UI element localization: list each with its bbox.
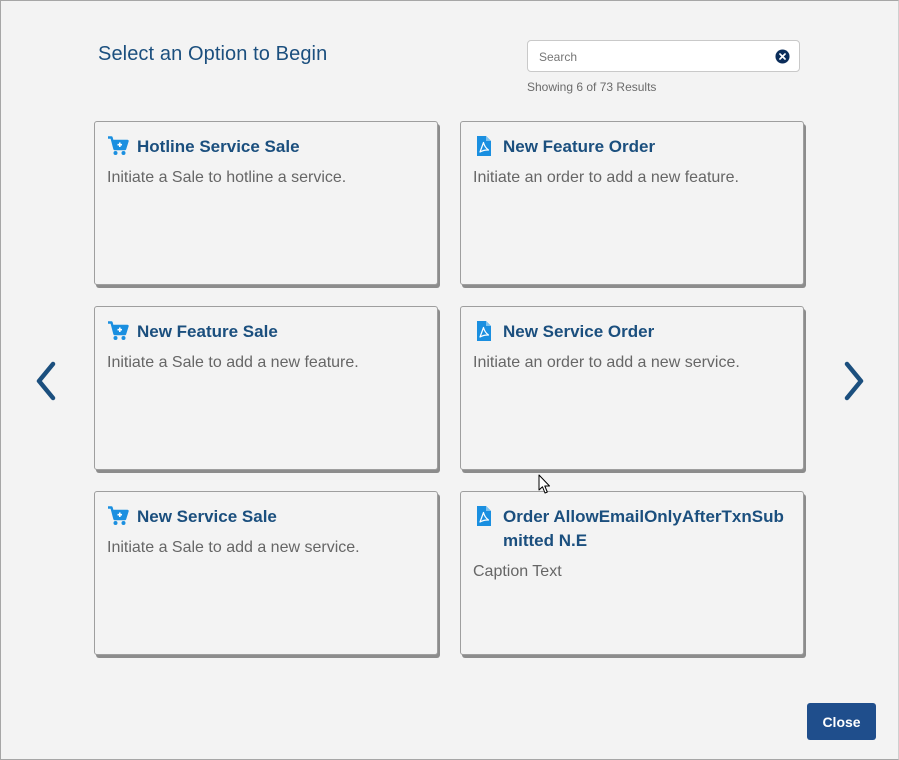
pdf-document-icon xyxy=(477,136,491,156)
option-card-hotline-service-sale[interactable]: Hotline Service Sale Initiate a Sale to … xyxy=(94,121,438,285)
search-box[interactable] xyxy=(527,40,800,72)
mouse-cursor-icon xyxy=(538,474,550,494)
cart-icon xyxy=(108,321,129,340)
pdf-document-icon xyxy=(477,321,491,341)
card-title: Order AllowEmailOnlyAfterTxnSubmitted N.… xyxy=(503,507,784,550)
option-card-new-feature-order[interactable]: New Feature Order Initiate an order to a… xyxy=(460,121,804,285)
card-description: Initiate an order to add a new feature. xyxy=(473,169,739,186)
option-card-new-service-order[interactable]: New Service Order Initiate an order to a… xyxy=(460,306,804,470)
card-description: Initiate a Sale to hotline a service. xyxy=(107,169,347,186)
chevron-right-icon[interactable] xyxy=(840,358,870,404)
pdf-document-icon xyxy=(477,506,491,526)
cart-icon xyxy=(108,506,129,525)
chevron-left-icon[interactable] xyxy=(30,358,60,404)
cart-icon xyxy=(108,136,129,155)
option-card-order-allow-email[interactable]: Order AllowEmailOnlyAfterTxnSubmitted N.… xyxy=(460,491,804,655)
card-description: Caption Text xyxy=(473,563,562,580)
card-title: Hotline Service Sale xyxy=(137,137,300,156)
card-description: Initiate an order to add a new service. xyxy=(473,354,740,371)
card-title: New Feature Sale xyxy=(137,322,278,341)
card-title: New Feature Order xyxy=(503,137,656,156)
page-title: Select an Option to Begin xyxy=(98,43,328,65)
clear-search-icon[interactable] xyxy=(775,49,790,64)
card-description: Initiate a Sale to add a new service. xyxy=(107,539,360,556)
search-input[interactable] xyxy=(539,47,769,67)
card-title: New Service Order xyxy=(503,322,655,341)
card-description: Initiate a Sale to add a new feature. xyxy=(107,354,359,371)
close-button[interactable]: Close xyxy=(807,703,876,740)
option-card-new-feature-sale[interactable]: New Feature Sale Initiate a Sale to add … xyxy=(94,306,438,470)
results-count: Showing 6 of 73 Results xyxy=(527,80,657,94)
card-title: New Service Sale xyxy=(137,507,277,526)
option-card-new-service-sale[interactable]: New Service Sale Initiate a Sale to add … xyxy=(94,491,438,655)
